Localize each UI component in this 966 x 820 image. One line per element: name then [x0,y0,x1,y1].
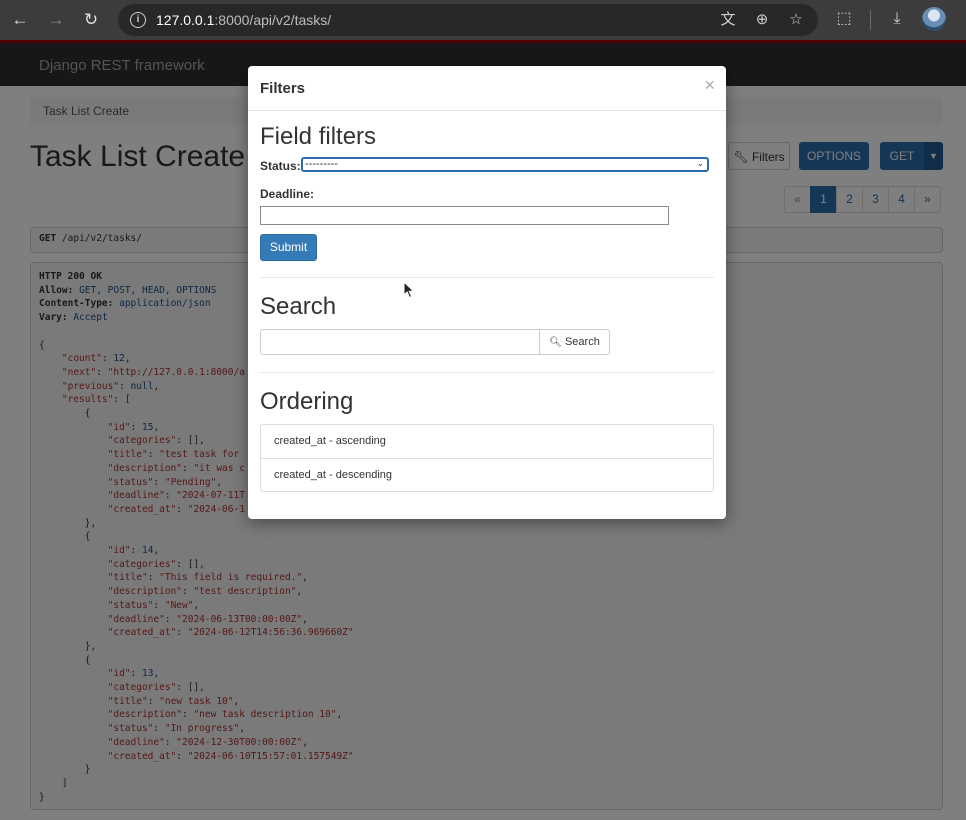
cursor-icon [403,281,415,299]
modal-title: Filters [260,80,306,97]
deadline-field[interactable] [260,206,669,225]
divider [260,277,714,278]
back-arrow-icon[interactable]: ← [7,7,33,33]
star-icon[interactable]: ☆ [786,9,806,31]
ordering-option-descending[interactable]: created_at - descending [261,458,713,491]
deadline-label: Deadline: [260,187,315,201]
reload-icon[interactable]: ↻ [78,7,104,33]
status-label: Status: [260,159,301,173]
divider [260,372,714,373]
search-icon: 🔍︎ [549,337,562,348]
search-heading: Search [260,293,337,320]
translate-icon[interactable]: 文 [718,9,738,31]
toolbar-divider [870,10,871,30]
url-path: :8000/api/v2/tasks/ [214,12,332,28]
url-text: 127.0.0.1:8000/api/v2/tasks/ [156,12,331,28]
ordering-list: created_at - ascending created_at - desc… [260,424,714,492]
info-icon[interactable]: i [130,12,146,28]
modal-header: Filters × [248,66,726,111]
field-filters-heading: Field filters [260,123,377,150]
address-bar[interactable]: i 127.0.0.1:8000/api/v2/tasks/ 文 ⊕ ☆ [118,4,818,36]
extensions-icon[interactable]: ⬚ [832,7,856,31]
ordering-heading: Ordering [260,388,354,415]
zoom-icon[interactable]: ⊕ [752,9,772,31]
url-host: 127.0.0.1 [156,12,215,28]
search-input[interactable] [260,329,540,355]
ordering-option-ascending[interactable]: created_at - ascending [261,425,713,458]
status-select-value: --------- [305,158,338,170]
status-select[interactable]: --------- ⌄ [301,157,709,172]
avatar[interactable] [922,7,946,31]
search-button[interactable]: 🔍︎ Search [540,329,610,355]
filters-modal: Filters × Field filters Status: --------… [248,66,726,519]
browser-toolbar: ← → ↻ i 127.0.0.1:8000/api/v2/tasks/ 文 ⊕… [0,0,966,40]
download-icon[interactable]: ⤓ [885,7,909,31]
forward-arrow-icon[interactable]: → [43,7,69,33]
close-icon[interactable]: × [704,76,715,94]
submit-button[interactable]: Submit [260,234,317,261]
search-button-label: Search [564,336,600,348]
chevron-down-icon: ⌄ [696,158,704,168]
